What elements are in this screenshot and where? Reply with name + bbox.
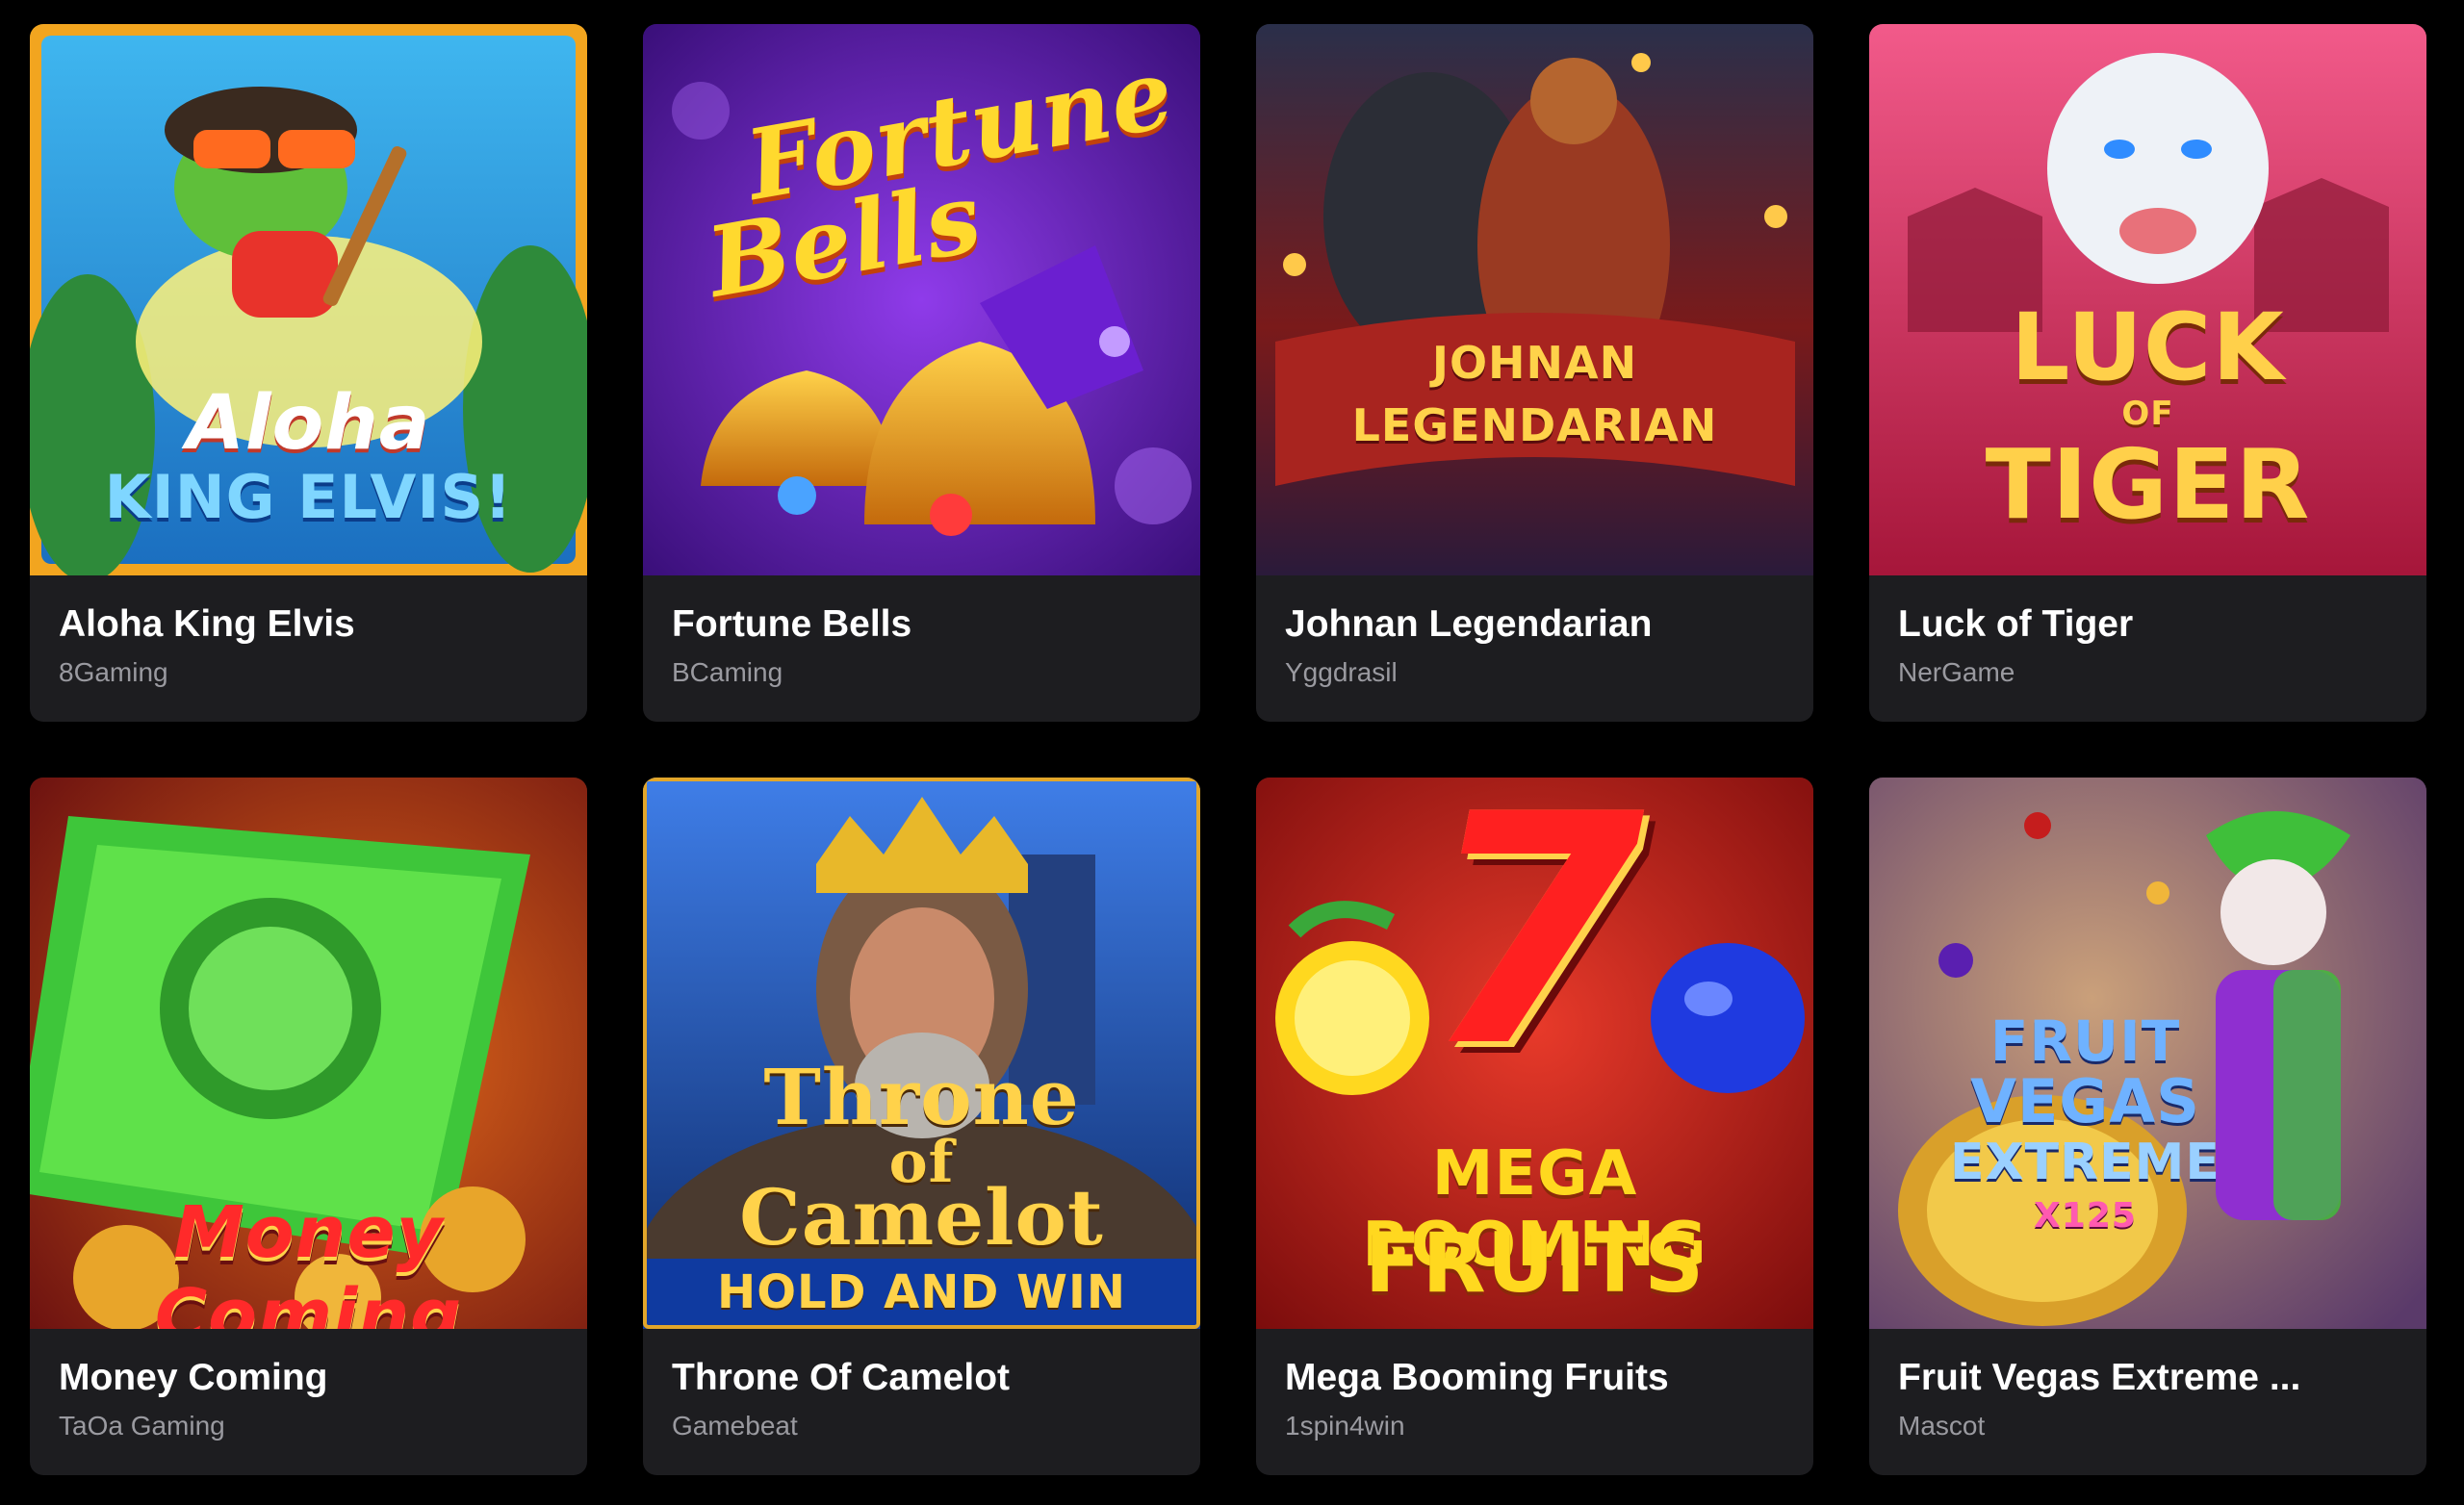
game-title[interactable]: Johnan Legendarian xyxy=(1285,602,1784,647)
game-thumbnail[interactable]: Fortune Bells xyxy=(643,24,1200,575)
art-title-line: X125 xyxy=(2034,1196,2137,1236)
game-title[interactable]: Aloha King Elvis xyxy=(59,602,558,647)
game-title[interactable]: Fortune Bells xyxy=(672,602,1171,647)
game-thumbnail[interactable]: 7 MEGA BOOMING FRUITS xyxy=(1256,778,1813,1329)
game-grid: Aloha KING ELVIS! Aloha King Elvis 8Gami… xyxy=(30,24,2427,1475)
game-card[interactable]: LUCK OF TIGER Luck of Tiger NerGame xyxy=(1869,24,2426,722)
art-title-line: FRUIT xyxy=(1989,1008,2181,1074)
game-provider: 1spin4win xyxy=(1285,1411,1405,1441)
game-card[interactable]: Money Coming Money Coming TaOa Gaming xyxy=(30,778,587,1475)
game-thumbnail[interactable]: Money Coming xyxy=(30,778,587,1329)
game-card[interactable]: Throne of Camelot HOLD AND WIN Throne Of… xyxy=(643,778,1200,1475)
art-title-line: KING ELVIS! xyxy=(104,462,513,532)
game-provider: Mascot xyxy=(1898,1411,1986,1441)
game-thumbnail[interactable]: FRUIT VEGAS EXTREME X125 xyxy=(1869,778,2426,1329)
game-thumbnail[interactable]: Aloha KING ELVIS! xyxy=(30,24,587,575)
art-title-line: TIGER xyxy=(1985,428,2311,541)
art-title-line: LUCK xyxy=(2011,293,2285,401)
game-thumbnail[interactable]: Throne of Camelot HOLD AND WIN xyxy=(643,778,1200,1329)
game-title[interactable]: Throne Of Camelot xyxy=(672,1356,1171,1400)
game-provider: BCaming xyxy=(672,657,783,687)
warrior-icon xyxy=(1256,24,1813,575)
game-title[interactable]: Luck of Tiger xyxy=(1898,602,2398,647)
art-title-line: HOLD AND WIN xyxy=(717,1265,1126,1319)
game-thumbnail[interactable]: JOHNAN LEGENDARIAN xyxy=(1256,24,1813,575)
art-title-line: Money Coming xyxy=(154,1191,463,1329)
game-provider: NerGame xyxy=(1898,657,2015,687)
art-title-line: JOHNAN xyxy=(1431,337,1638,389)
art-title-line: LEGENDARIAN xyxy=(1351,399,1718,451)
game-title[interactable]: Fruit Vegas Extreme ... xyxy=(1898,1356,2398,1400)
game-card[interactable]: 7 MEGA BOOMING FRUITS Mega Booming Fruit… xyxy=(1256,778,1813,1475)
art-title-line: 7 xyxy=(1424,778,1646,1116)
art-title-line: VEGAS xyxy=(1970,1066,2200,1136)
art-title-line: EXTREME xyxy=(1950,1134,2220,1191)
game-title[interactable]: Money Coming xyxy=(59,1356,558,1400)
game-card[interactable]: JOHNAN LEGENDARIAN Johnan Legendarian Yg… xyxy=(1256,24,1813,722)
art-title-line: OF xyxy=(2121,395,2174,433)
game-provider: Yggdrasil xyxy=(1285,657,1398,687)
game-provider: 8Gaming xyxy=(59,657,168,687)
art-title-line: Camelot xyxy=(739,1172,1104,1263)
game-provider: Gamebeat xyxy=(672,1411,798,1441)
game-card[interactable]: FRUIT VEGAS EXTREME X125 Fruit Vegas Ext… xyxy=(1869,778,2426,1475)
game-card[interactable]: Fortune Bells Fortune Bells BCaming xyxy=(643,24,1200,722)
game-provider: TaOa Gaming xyxy=(59,1411,225,1441)
art-title-line: Aloha xyxy=(186,380,431,467)
art-title-line: FRUITS xyxy=(1364,1215,1706,1312)
game-title[interactable]: Mega Booming Fruits xyxy=(1285,1356,1784,1400)
game-card[interactable]: Aloha KING ELVIS! Aloha King Elvis 8Gami… xyxy=(30,24,587,722)
game-thumbnail[interactable]: LUCK OF TIGER xyxy=(1869,24,2426,575)
